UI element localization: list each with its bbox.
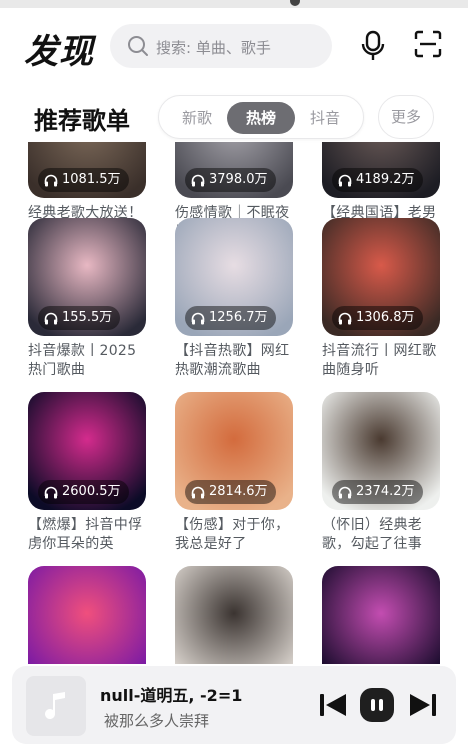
headphones-icon xyxy=(191,174,205,186)
playlist-card[interactable] xyxy=(322,566,440,664)
tab-hot-chart[interactable]: 热榜 xyxy=(227,102,295,134)
skip-next-icon[interactable] xyxy=(408,691,438,719)
more-button[interactable]: 更多 xyxy=(378,95,434,139)
headphones-icon xyxy=(338,486,352,498)
app-logo: 发现 xyxy=(24,32,94,72)
playlist-card[interactable]: 2600.5万【燃爆】抖音中俘虏你耳朵的英 xyxy=(28,392,146,554)
cover-image xyxy=(322,566,440,664)
headphones-icon xyxy=(191,486,205,498)
playlist-cover[interactable] xyxy=(322,566,440,664)
search-icon xyxy=(128,36,148,56)
playlist-cover[interactable]: 2600.5万 xyxy=(28,392,146,510)
play-count: 2600.5万 xyxy=(62,484,121,499)
play-count-badge: 1256.7万 xyxy=(185,306,276,330)
playlist-cover[interactable]: 2374.2万 xyxy=(322,392,440,510)
playlist-card[interactable] xyxy=(28,566,146,664)
section-title: 推荐歌单 xyxy=(34,107,130,135)
play-count-badge: 2374.2万 xyxy=(332,480,423,504)
playlist-title[interactable]: 抖音流行丨网红歌曲随身听 xyxy=(322,342,440,380)
headphones-icon xyxy=(191,312,205,324)
playlist-cover[interactable]: 1081.5万 xyxy=(28,142,146,198)
tab-douyin[interactable]: 抖音 xyxy=(291,102,359,134)
play-count: 2814.6万 xyxy=(209,484,268,499)
playlist-card[interactable]: 2814.6万【伤感】对于你，我总是好了 xyxy=(175,392,293,554)
playlist-cover[interactable] xyxy=(28,566,146,664)
song-title: null-道明五, -2=1 xyxy=(100,686,243,705)
play-count: 1081.5万 xyxy=(62,172,121,187)
playlist-title[interactable]: 【燃爆】抖音中俘虏你耳朵的英 xyxy=(28,516,146,554)
headphones-icon xyxy=(44,486,58,498)
headphones-icon xyxy=(44,312,58,324)
search-placeholder: 搜索: 单曲、歌手 xyxy=(156,39,271,57)
album-cover xyxy=(26,676,86,736)
cover-image xyxy=(28,566,146,664)
play-count-badge: 2600.5万 xyxy=(38,480,129,504)
playlist-title[interactable]: 【伤感】对于你，我总是好了 xyxy=(175,516,293,554)
playlist-cover[interactable]: 3798.0万 xyxy=(175,142,293,198)
play-count: 1306.8万 xyxy=(356,310,415,325)
playlist-cover[interactable] xyxy=(175,566,293,664)
header: 发现 搜索: 单曲、歌手 xyxy=(0,8,468,84)
cover-image xyxy=(175,566,293,664)
tab-new-songs[interactable]: 新歌 xyxy=(163,102,231,134)
playlist-title[interactable]: 抖音爆款丨2025热门歌曲 xyxy=(28,342,146,380)
pause-icon xyxy=(371,699,375,711)
play-count: 3798.0万 xyxy=(209,172,268,187)
mic-icon[interactable] xyxy=(360,30,386,62)
tab-group: 新歌 热榜 抖音 xyxy=(158,95,364,139)
play-count: 1256.7万 xyxy=(209,310,268,325)
headphones-icon xyxy=(338,174,352,186)
play-count-badge: 1081.5万 xyxy=(38,168,129,192)
skip-previous-icon[interactable] xyxy=(318,691,348,719)
scan-icon[interactable] xyxy=(414,30,442,58)
playlist-cover[interactable]: 155.5万 xyxy=(28,218,146,336)
play-count: 2374.2万 xyxy=(356,484,415,499)
playlist-title[interactable]: 【抖音热歌】网红热歌潮流歌曲 xyxy=(175,342,293,380)
search-bar[interactable]: 搜索: 单曲、歌手 xyxy=(110,24,332,68)
play-count-badge: 155.5万 xyxy=(38,306,121,330)
play-count-badge: 2814.6万 xyxy=(185,480,276,504)
playlist-title[interactable]: （怀旧）经典老歌，勾起了往事 xyxy=(322,516,440,554)
music-note-icon xyxy=(45,692,65,719)
playlist-card[interactable]: 1306.8万抖音流行丨网红歌曲随身听 xyxy=(322,218,440,380)
play-count: 155.5万 xyxy=(62,310,113,325)
playlist-card[interactable] xyxy=(175,566,293,664)
pause-button[interactable] xyxy=(360,688,394,722)
playlist-card[interactable]: 2374.2万 （怀旧）经典老歌，勾起了往事 xyxy=(322,392,440,554)
play-count-badge: 4189.2万 xyxy=(332,168,423,192)
playlist-card[interactable]: 155.5万抖音爆款丨2025热门歌曲 xyxy=(28,218,146,380)
headphones-icon xyxy=(44,174,58,186)
play-count-badge: 3798.0万 xyxy=(185,168,276,192)
status-bar xyxy=(0,0,468,8)
playlist-cover[interactable]: 1256.7万 xyxy=(175,218,293,336)
status-dot xyxy=(290,0,300,6)
playlist-cover[interactable]: 4189.2万 xyxy=(322,142,440,198)
playlist-grid: 1081.5万经典老歌大放送！一人一首代3798.0万伤感情歌｜不眠夜里的孤单心… xyxy=(0,142,468,664)
play-count: 4189.2万 xyxy=(356,172,415,187)
playlist-cover[interactable]: 1306.8万 xyxy=(322,218,440,336)
playlist-card[interactable]: 1256.7万【抖音热歌】网红热歌潮流歌曲 xyxy=(175,218,293,380)
headphones-icon xyxy=(338,312,352,324)
pause-icon-bar xyxy=(379,699,383,711)
playlist-cover[interactable]: 2814.6万 xyxy=(175,392,293,510)
play-count-badge: 1306.8万 xyxy=(332,306,423,330)
song-artist: 被那么多人崇拜 xyxy=(104,712,210,730)
mini-player[interactable]: null-道明五, -2=1 被那么多人崇拜 xyxy=(12,666,456,744)
